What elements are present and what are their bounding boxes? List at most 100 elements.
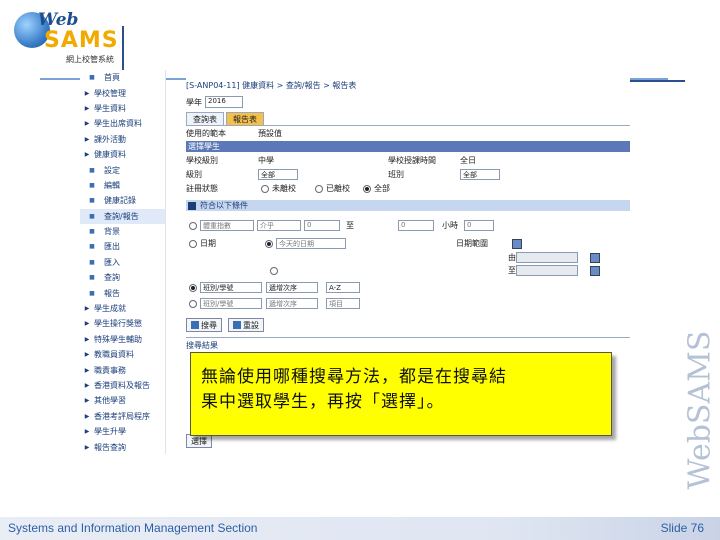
- date-from-input[interactable]: [516, 252, 578, 263]
- year-row: 學年 2016: [186, 96, 243, 108]
- select-row: 選擇: [186, 434, 630, 448]
- menu-item[interactable]: ■ 背景: [80, 224, 165, 239]
- menu-item[interactable]: ▶ 學校管理: [80, 85, 165, 100]
- tab-query[interactable]: 查詢表: [186, 112, 224, 125]
- action-row: 搜尋 重設: [186, 318, 630, 332]
- bullet-icon: ■: [89, 166, 95, 174]
- sort1-opt-select[interactable]: A-Z: [326, 282, 360, 293]
- expand-arrow-icon: ▶: [84, 397, 90, 405]
- calendar-to-icon[interactable]: [590, 265, 600, 276]
- slide-number: Slide 76: [660, 521, 704, 535]
- cond-date-select[interactable]: 今天的日期: [276, 238, 346, 249]
- date-from-row: 由: [186, 252, 630, 263]
- cond-range-label: 日期範圍: [456, 239, 488, 248]
- cond-radio-3[interactable]: [270, 266, 278, 275]
- menu-item[interactable]: ▶ 學生操行獎懲: [80, 316, 165, 331]
- menu-item-label: 職責事務: [94, 365, 126, 375]
- class-select[interactable]: 全部: [460, 169, 500, 180]
- date-to-input[interactable]: [516, 265, 578, 276]
- expand-arrow-icon: ▶: [84, 366, 90, 374]
- menu-item[interactable]: ▶ 職責事務: [80, 362, 165, 377]
- calendar-from-icon[interactable]: [590, 252, 600, 263]
- sort2-opt-select[interactable]: 項目: [326, 298, 360, 309]
- status-label: 註冊狀態: [186, 184, 218, 193]
- menu-item[interactable]: ▶ 香港資料及報告: [80, 378, 165, 393]
- menu-item[interactable]: ▶ 學生成就: [80, 301, 165, 316]
- class-level-label: 級別: [186, 170, 202, 179]
- section-select-students: 選擇學生: [186, 141, 630, 152]
- sort2-order-select[interactable]: 遞增次序: [266, 298, 318, 309]
- menu-item[interactable]: ▶ 報告查詢: [80, 439, 165, 454]
- menu-item-label: 學生出席資料: [94, 119, 142, 129]
- conditions-label: 符合以下條件: [200, 201, 248, 210]
- search-button[interactable]: 搜尋: [186, 318, 222, 332]
- sort2-field-select[interactable]: 班別/學號: [200, 298, 262, 309]
- menu-item[interactable]: ■ 編輯: [80, 178, 165, 193]
- year-label: 學年: [186, 97, 202, 107]
- cond-radio-1[interactable]: [189, 221, 197, 230]
- menu-item[interactable]: ▶ 學生出席資料: [80, 116, 165, 131]
- menu-item[interactable]: ■ 查詢: [80, 270, 165, 285]
- status-radio-current[interactable]: [261, 184, 269, 193]
- status-radio-left[interactable]: [315, 184, 323, 193]
- logo-sams-text: SAMS: [44, 28, 119, 53]
- menu-item[interactable]: ▶ 特殊學生輔助: [80, 332, 165, 347]
- callout-line-2: 果中選取學生，再按「選擇」。: [201, 392, 445, 412]
- menu-item[interactable]: ▶ 課外活動: [80, 132, 165, 147]
- breadcrumb: [S-ANP04-11] 健康資料 > 查詢/報告 > 報告表: [186, 81, 357, 90]
- cond-date-label: 日期: [200, 239, 216, 248]
- menu-item-label: 學生成就: [94, 304, 126, 314]
- conditions-checkbox[interactable]: [188, 201, 196, 210]
- menu-item[interactable]: ▶ 健康資料: [80, 147, 165, 162]
- reset-button[interactable]: 重設: [228, 318, 264, 332]
- menu-item[interactable]: ▶ 教職員資料: [80, 347, 165, 362]
- menu-item[interactable]: ▶ 其他學習: [80, 393, 165, 408]
- cond-field-select[interactable]: 體重指數: [200, 220, 254, 231]
- menu-item-label: 其他學習: [94, 396, 126, 406]
- menu-item[interactable]: ■ 首頁: [80, 70, 165, 85]
- calendar-icon[interactable]: [512, 238, 522, 249]
- cond-op-select[interactable]: 介乎: [257, 220, 301, 231]
- menu-item-label: 設定: [104, 165, 120, 175]
- menu-item[interactable]: ■ 查詢/報告: [80, 208, 165, 224]
- status-radio-all[interactable]: [363, 184, 371, 193]
- menu-item[interactable]: ■ 報告: [80, 285, 165, 300]
- cond-date-radio[interactable]: [265, 239, 273, 248]
- menu-item-label: 教職員資料: [94, 350, 134, 360]
- class-level-select[interactable]: 全部: [258, 169, 298, 180]
- menu-item[interactable]: ▶ 學生升學: [80, 424, 165, 439]
- sort1-order-select[interactable]: 遞增次序: [266, 282, 318, 293]
- cond-from-input[interactable]: 0: [304, 220, 340, 231]
- tab-divider: [186, 125, 630, 126]
- bullet-icon: ■: [89, 289, 95, 297]
- sort-radio-2[interactable]: [189, 299, 197, 308]
- expand-arrow-icon: ▶: [84, 135, 90, 143]
- bullet-icon: ■: [89, 243, 95, 251]
- year-select[interactable]: 2016: [205, 96, 243, 108]
- websams-watermark: WebSAMS: [683, 300, 718, 520]
- menu-item-label: 課外活動: [94, 134, 126, 144]
- search-icon: [191, 321, 199, 329]
- menu-item[interactable]: ■ 設定: [80, 162, 165, 177]
- tab-report[interactable]: 報告表: [226, 112, 264, 125]
- navigation-menu: ■ 首頁 ▶ 學校管理 ▶ 學生資料 ▶ 學生出席資料 ▶ 課外活動 ▶ 健康資料 ■ 設定 ■ 編輯 ■ 健康記…: [80, 70, 166, 454]
- sort-radio-1[interactable]: [189, 283, 197, 292]
- expand-arrow-icon: ▶: [84, 120, 90, 128]
- cond-radio-2[interactable]: [189, 239, 197, 248]
- menu-item[interactable]: ■ 匯出: [80, 239, 165, 254]
- sort1-field-select[interactable]: 班別/學號: [200, 282, 262, 293]
- status-option-current: 未離校: [272, 184, 296, 193]
- menu-item[interactable]: ■ 健康記錄: [80, 193, 165, 208]
- menu-item[interactable]: ▶ 學生資料: [80, 101, 165, 116]
- cond-unit-input[interactable]: 0: [464, 220, 494, 231]
- bullet-icon: ■: [89, 274, 95, 282]
- bullet-icon: ■: [89, 197, 95, 205]
- menu-item[interactable]: ▶ 香港考評局程序: [80, 409, 165, 424]
- reset-icon: [233, 321, 241, 329]
- divider: [186, 337, 630, 338]
- select-button[interactable]: 選擇: [186, 434, 212, 448]
- expand-arrow-icon: ▶: [84, 351, 90, 359]
- menu-item[interactable]: ■ 匯入: [80, 255, 165, 270]
- class-label: 班別: [388, 170, 404, 179]
- cond-to-input[interactable]: 0: [398, 220, 434, 231]
